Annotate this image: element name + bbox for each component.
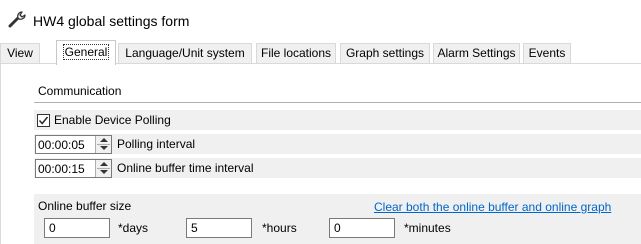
window-title: HW4 global settings form: [33, 13, 190, 29]
tab-label: Events: [528, 46, 566, 60]
online-buffer-interval-label: Online buffer time interval: [117, 161, 254, 175]
checkmark-icon: [38, 116, 49, 125]
buffer-hours-label: *hours: [262, 221, 297, 235]
spin-divider: [97, 144, 110, 145]
enable-polling-label: Enable Device Polling: [54, 113, 171, 127]
spin-down-icon[interactable]: [100, 170, 108, 174]
buffer-days-input[interactable]: 0: [44, 218, 110, 238]
polling-interval-value[interactable]: 00:00:05: [38, 138, 85, 152]
tab-label: File locations: [260, 46, 332, 60]
tab-graph-settings[interactable]: Graph settings: [340, 43, 430, 63]
tab-general[interactable]: General: [56, 40, 116, 65]
tab-strip: View General Language/Unit system File l…: [0, 40, 641, 65]
tab-label: Graph settings: [345, 46, 425, 60]
title-bar: HW4 global settings form: [0, 0, 641, 40]
tab-language-unit-system[interactable]: Language/Unit system: [118, 43, 252, 63]
clear-online-buffer-link[interactable]: Clear both the online buffer and online …: [374, 200, 611, 214]
tab-label: Language/Unit system: [125, 46, 245, 60]
wrench-icon: [8, 11, 26, 28]
online-buffer-interval-value[interactable]: 00:00:15: [38, 162, 85, 176]
group-divider: [34, 102, 641, 103]
online-buffer-interval-spin-buttons[interactable]: [95, 160, 111, 177]
tab-view[interactable]: View: [0, 43, 40, 63]
tab-file-locations[interactable]: File locations: [256, 43, 336, 63]
tab-alarm-settings[interactable]: Alarm Settings: [433, 43, 520, 63]
polling-interval-spin-buttons[interactable]: [95, 136, 111, 153]
spin-divider: [97, 168, 110, 169]
online-buffer-size-title: Online buffer size: [38, 199, 132, 213]
buffer-hours-input[interactable]: 5: [186, 218, 252, 238]
enable-polling-checkbox[interactable]: [37, 114, 50, 127]
buffer-minutes-label: *minutes: [404, 221, 451, 235]
tab-label: General: [62, 44, 110, 60]
communication-group-title: Communication: [38, 84, 122, 98]
polling-interval-label: Polling interval: [117, 137, 196, 151]
tab-label: Alarm Settings: [437, 46, 516, 60]
spin-up-icon[interactable]: [100, 138, 108, 142]
spin-up-icon[interactable]: [100, 162, 108, 166]
tab-events[interactable]: Events: [523, 43, 571, 63]
tab-label: View: [7, 46, 33, 60]
buffer-minutes-input[interactable]: 0: [329, 218, 395, 238]
buffer-days-label: *days: [118, 221, 149, 235]
spin-down-icon[interactable]: [100, 146, 108, 150]
online-buffer-interval-spinner[interactable]: 00:00:15: [35, 159, 112, 178]
polling-interval-spinner[interactable]: 00:00:05: [35, 135, 112, 154]
